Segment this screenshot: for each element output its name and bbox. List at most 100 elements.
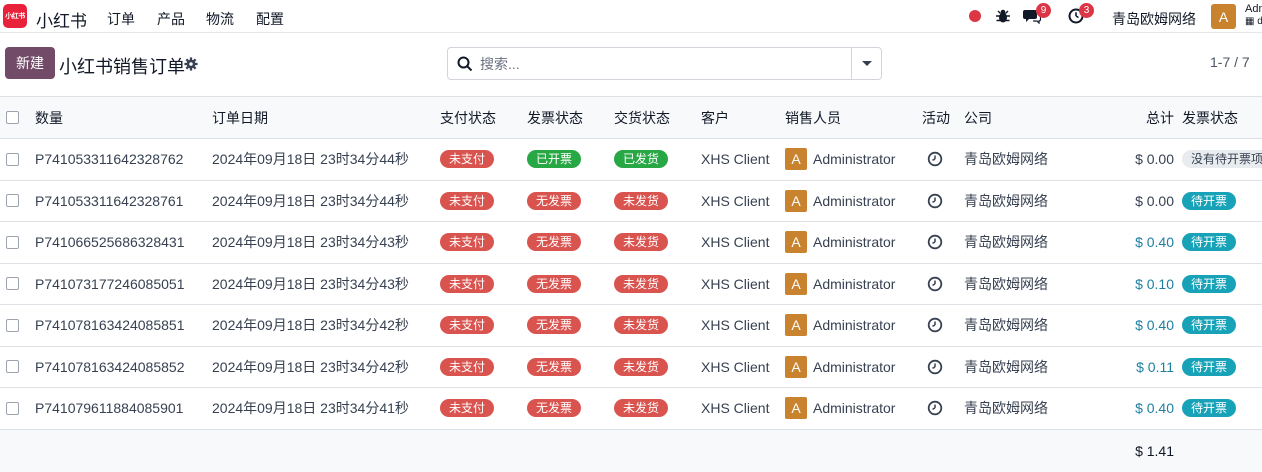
row-checkbox[interactable] — [6, 194, 19, 208]
column-header-customer[interactable]: 客户 — [695, 97, 779, 139]
salesperson-cell: A Administrator — [779, 180, 916, 222]
customer-name: XHS Client — [701, 151, 770, 168]
invoice-state-cell: 待开票 — [1182, 263, 1262, 305]
column-header-total[interactable]: 总计 — [1098, 97, 1182, 139]
activity-clock-icon[interactable] — [927, 317, 943, 333]
order-total: $ 0.10 — [1135, 275, 1174, 292]
payment-status-badge: 未支付 — [440, 399, 495, 418]
menu-orders[interactable]: 订单 — [107, 9, 135, 29]
column-header-salesperson[interactable]: 销售人员 — [779, 97, 916, 139]
column-header-number[interactable]: 数量 — [29, 97, 206, 139]
column-header-invoice-state[interactable]: 发票状态 — [1182, 97, 1262, 139]
company-switcher[interactable]: 青岛欧姆网络 — [1112, 9, 1196, 29]
table-row[interactable]: P741078163424085852 2024年09月18日 23时34分42… — [0, 346, 1262, 388]
database-icon: ▦ — [1245, 16, 1255, 27]
activity-clock-icon[interactable] — [927, 234, 943, 250]
salesperson-name: Administrator — [813, 317, 896, 334]
app-logo[interactable]: 小红书 — [3, 4, 27, 28]
search-options-toggle[interactable] — [851, 48, 881, 79]
row-checkbox[interactable] — [6, 235, 19, 249]
salesperson-name: Administrator — [813, 151, 896, 168]
record-indicator-icon[interactable] — [969, 10, 981, 22]
menu-configuration[interactable]: 配置 — [256, 9, 284, 29]
customer-name: XHS Client — [701, 234, 770, 251]
activity-cell — [916, 222, 958, 264]
column-header-activity[interactable]: 活动 — [916, 97, 958, 139]
activity-clock-icon[interactable] — [927, 151, 943, 167]
column-header-payment-status[interactable]: 支付状态 — [434, 97, 521, 139]
column-header-order-date[interactable]: 订单日期 — [206, 97, 434, 139]
salesperson-avatar: A — [785, 355, 807, 378]
activity-clock-icon[interactable] — [927, 193, 943, 209]
menu-products[interactable]: 产品 — [157, 9, 185, 29]
salesperson-cell: A Administrator — [779, 388, 916, 430]
search-icon — [457, 56, 473, 72]
customer-name: XHS Client — [701, 275, 770, 292]
payment-status-cell: 未支付 — [434, 222, 521, 264]
select-all-cell — [0, 97, 29, 139]
table-header-row: 数量 订单日期 支付状态 发票状态 交货状态 客户 销售人员 活动 公司 总计 … — [0, 96, 1262, 139]
column-header-delivery-status[interactable]: 交货状态 — [608, 97, 695, 139]
salesperson-avatar: A — [785, 272, 807, 295]
payment-status-cell: 未支付 — [434, 346, 521, 388]
order-total: $ 0.40 — [1135, 400, 1174, 417]
row-checkbox[interactable] — [6, 360, 19, 374]
activity-clock-icon[interactable] — [927, 359, 943, 375]
order-date: 2024年09月18日 23时34分42秒 — [212, 317, 409, 334]
delivery-status-cell: 未发货 — [608, 222, 695, 264]
table-row[interactable]: P741066525686328431 2024年09月18日 23时34分43… — [0, 222, 1262, 264]
invoice-status-badge: 无发票 — [527, 274, 582, 293]
menu-logistics[interactable]: 物流 — [206, 9, 234, 29]
search-input[interactable] — [480, 54, 840, 74]
invoice-state-cell: 没有待开票项 — [1182, 139, 1262, 181]
invoice-status-cell: 无发票 — [521, 180, 608, 222]
activity-cell — [916, 305, 958, 347]
footer-spacer — [0, 429, 1098, 472]
select-all-checkbox[interactable] — [6, 111, 19, 124]
column-header-invoice-status[interactable]: 发票状态 — [521, 97, 608, 139]
column-header-company[interactable]: 公司 — [958, 97, 1098, 139]
invoice-status-cell: 无发票 — [521, 263, 608, 305]
app-name[interactable]: 小红书 — [36, 7, 87, 32]
pager-value[interactable]: 1-7 / 7 — [1210, 54, 1250, 70]
chevron-down-icon — [861, 61, 872, 66]
payment-status-badge: 未支付 — [440, 274, 495, 293]
table-row[interactable]: P741053311642328762 2024年09月18日 23时34分44… — [0, 139, 1262, 181]
invoice-state-cell: 待开票 — [1182, 346, 1262, 388]
customer-name: XHS Client — [701, 192, 770, 209]
order-number: P741078163424085852 — [35, 358, 185, 375]
activity-cell — [916, 263, 958, 305]
invoice-state-badge: 待开票 — [1182, 274, 1237, 293]
payment-status-cell: 未支付 — [434, 388, 521, 430]
row-checkbox[interactable] — [6, 318, 19, 332]
company-name: 青岛欧姆网络 — [964, 317, 1048, 334]
invoice-state-cell: 待开票 — [1182, 388, 1262, 430]
table-row[interactable]: P741053311642328761 2024年09月18日 23时34分44… — [0, 180, 1262, 222]
payment-status-badge: 未支付 — [440, 191, 495, 210]
gear-icon[interactable] — [184, 57, 198, 71]
payment-status-cell: 未支付 — [434, 139, 521, 181]
table-body: P741053311642328762 2024年09月18日 23时34分44… — [0, 139, 1262, 430]
bug-icon[interactable] — [995, 8, 1011, 24]
row-checkbox[interactable] — [6, 277, 19, 291]
order-date: 2024年09月18日 23时34分44秒 — [212, 151, 409, 168]
search-bar — [447, 47, 882, 80]
delivery-status-badge: 未发货 — [614, 233, 669, 252]
database-name: ▦ d — [1245, 16, 1262, 27]
customer-name: XHS Client — [701, 317, 770, 334]
table-row[interactable]: P741078163424085851 2024年09月18日 23时34分42… — [0, 305, 1262, 347]
payment-status-badge: 未支付 — [440, 233, 495, 252]
row-checkbox[interactable] — [6, 152, 19, 166]
user-name[interactable]: Adm — [1245, 3, 1262, 15]
activity-clock-icon[interactable] — [927, 276, 943, 292]
row-select-cell — [0, 346, 29, 388]
new-button[interactable]: 新建 — [5, 47, 55, 79]
table-row[interactable]: P741073177246085051 2024年09月18日 23时34分43… — [0, 263, 1262, 305]
company-name: 青岛欧姆网络 — [964, 151, 1048, 168]
table-row[interactable]: P741079611884085901 2024年09月18日 23时34分41… — [0, 388, 1262, 430]
delivery-status-badge: 未发货 — [614, 191, 669, 210]
row-checkbox[interactable] — [6, 401, 19, 415]
activity-cell — [916, 139, 958, 181]
activity-clock-icon[interactable] — [927, 400, 943, 416]
user-avatar[interactable]: A — [1211, 4, 1236, 29]
